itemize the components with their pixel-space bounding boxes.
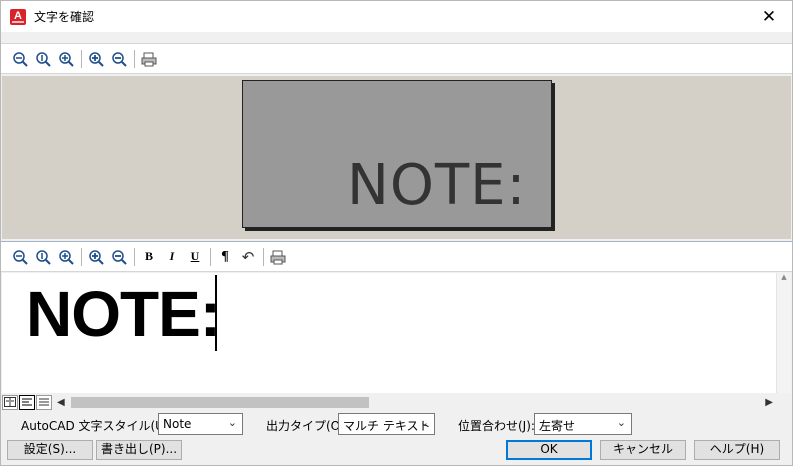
zoom-out-minus-icon[interactable] <box>108 246 130 268</box>
chevron-down-icon: ⌄ <box>616 416 626 429</box>
export-button[interactable]: 書き出し(P)... <box>96 440 182 460</box>
toolbar-separator <box>81 247 82 266</box>
title-bar: A 文字を確認 ✕ <box>1 1 792 32</box>
text-style-select[interactable]: Note ⌄ <box>158 413 243 435</box>
toolbar-separator <box>134 247 135 266</box>
options-row: AutoCAD 文字スタイル(U): Note ⌄ 出力タイプ(O): マルチ … <box>1 412 792 436</box>
preview-text: NOTE: <box>347 153 527 218</box>
text-caret <box>215 275 217 351</box>
view-mode-and-scroll-row: ◀ ▶ <box>2 394 791 410</box>
zoom-out-icon[interactable] <box>9 246 31 268</box>
chevron-down-icon: ⌄ <box>419 416 429 429</box>
toolbar-separator <box>81 49 82 68</box>
toolbar-separator <box>263 247 264 266</box>
scroll-right-icon[interactable]: ▶ <box>765 397 773 408</box>
view-mode-left-icon[interactable] <box>19 394 35 410</box>
chevron-down-icon: ⌄ <box>227 416 237 429</box>
zoom-in-plus-icon[interactable] <box>85 246 107 268</box>
alignment-label: 位置合わせ(J): <box>458 419 535 433</box>
zoom-out-icon[interactable] <box>9 48 31 70</box>
text-style-label: AutoCAD 文字スタイル(U): <box>21 419 173 433</box>
print-preview-icon[interactable] <box>138 48 160 70</box>
help-button[interactable]: ヘルプ(H) <box>694 440 780 460</box>
bold-button[interactable]: B <box>138 246 160 268</box>
scroll-left-icon[interactable]: ◀ <box>57 397 65 408</box>
zoom-in-plus-icon[interactable] <box>85 48 107 70</box>
cancel-button[interactable]: キャンセル <box>600 440 686 460</box>
horizontal-scrollbar-thumb[interactable] <box>70 396 369 408</box>
zoom-out-minus-icon[interactable] <box>108 48 130 70</box>
zoom-extents-icon[interactable] <box>32 48 54 70</box>
zoom-in-icon[interactable] <box>55 246 77 268</box>
scroll-up-icon[interactable]: ▲ <box>777 273 791 281</box>
alignment-value: 左寄せ <box>539 419 576 433</box>
undo-button[interactable]: ↶ <box>237 246 259 268</box>
print-preview-icon[interactable] <box>267 246 289 268</box>
text-style-value: Note <box>163 417 192 431</box>
paragraph-button[interactable]: ¶ <box>214 246 236 268</box>
window-title: 文字を確認 <box>34 10 95 24</box>
alignment-select[interactable]: 左寄せ ⌄ <box>534 413 632 435</box>
toolbar-separator <box>210 247 211 266</box>
underline-button[interactable]: U <box>184 246 206 268</box>
output-type-select[interactable]: マルチ テキスト ⌄ <box>338 413 435 435</box>
toolbar-separator <box>134 49 135 68</box>
text-preview-area: NOTE: <box>2 76 791 239</box>
close-button[interactable]: ✕ <box>746 1 792 32</box>
preview-toolbar <box>1 43 792 74</box>
editor-toolbar: B I U ¶ ↶ <box>1 241 792 272</box>
confirm-text-dialog: A 文字を確認 ✕ NOTE: B I U ¶ ↶ NOTE: ▲ ◀ ▶ Au… <box>0 0 793 466</box>
output-type-label: 出力タイプ(O): <box>266 419 349 433</box>
preview-card: NOTE: <box>242 80 552 228</box>
ok-button[interactable]: OK <box>506 440 592 460</box>
text-editor[interactable]: NOTE: ▲ <box>2 273 791 393</box>
view-mode-list-icon[interactable] <box>36 394 52 410</box>
view-mode-wide-icon[interactable] <box>2 394 18 410</box>
editor-text[interactable]: NOTE: <box>26 277 221 351</box>
zoom-extents-icon[interactable] <box>32 246 54 268</box>
settings-button[interactable]: 設定(S)... <box>7 440 93 460</box>
zoom-in-icon[interactable] <box>55 48 77 70</box>
vertical-scrollbar[interactable]: ▲ <box>776 273 791 393</box>
output-type-value: マルチ テキスト <box>343 419 431 433</box>
italic-button[interactable]: I <box>161 246 183 268</box>
autocad-app-icon: A <box>10 8 26 25</box>
